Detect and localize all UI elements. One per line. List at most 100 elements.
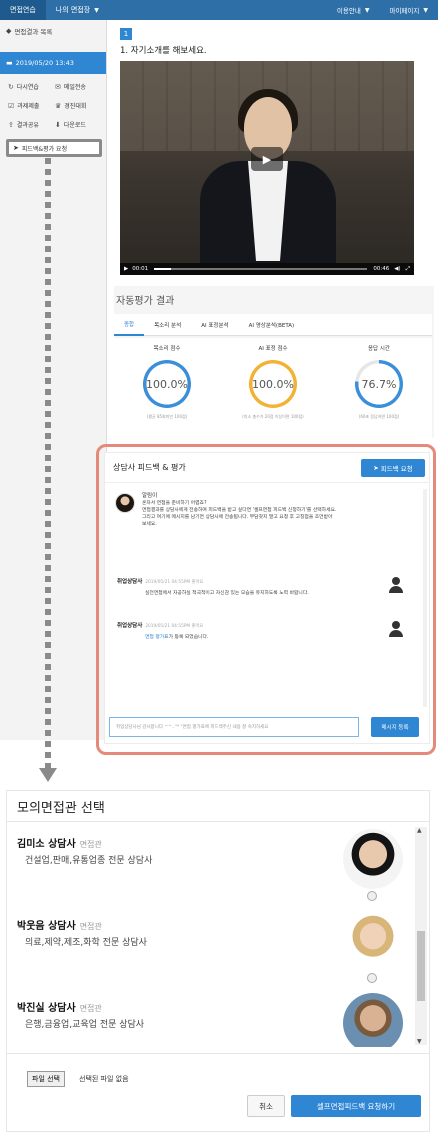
cancel-button[interactable]: 취소 [247,1095,285,1117]
submit-icon: ☑ [8,101,15,110]
gauge-note: (미소 총수가 20점 이상이면 100점) [242,414,304,419]
list-item[interactable]: 박웃음 상담사 면접관 의료,제약,제조,화학 전문 상담사 [7,907,415,989]
send-mail-button[interactable]: ✉ 메일전송 [55,78,102,95]
action-label: 경진대회 [64,103,87,110]
gauge-label: 목소리 점수 [153,346,181,352]
counselor-tag: 면접관 [79,840,102,849]
counselor-tag: 면접관 [79,1004,102,1013]
evaluation-sheet-link[interactable]: 면접 평가표 [145,635,169,640]
gauge-value: 76.7% [361,377,397,391]
download-button[interactable]: ⬇ 다운로드 [55,116,102,133]
session-date-item[interactable]: ▬ 2019/05/20 13:43 [0,52,106,74]
counselor-radio[interactable] [367,891,377,901]
gauge-note: (평균 85회미만 100점) [146,414,188,419]
volume-icon[interactable]: ◀) [394,266,400,272]
gauge-note: (60초 응답하면 100점) [358,414,400,419]
paper-plane-icon: ➤ [13,144,19,152]
list-item[interactable]: 김미소 상담사 면접관 건설업,판매,유통업종 전문 상담사 [7,825,415,907]
message-time: 2019/05/21 04:55PM 좋아요 [145,624,204,629]
session-date-label: 2019/05/20 13:43 [15,59,74,67]
download-icon: ⬇ [55,120,61,129]
sidebar: ◆ 면접결과 목록 ▬ 2019/05/20 13:43 ↻ 다시연습 ✉ 메일… [0,20,107,740]
counselor-specialty: 건설업,판매,유통업종 전문 상담사 [25,856,153,866]
notice-line: 면접결과를 상담사에게 전송하여 피드백을 받고 싶다면 '셀프면접 피드백 신… [142,508,337,513]
counselor-name: 박진실 상담사 [17,1003,76,1014]
dialog-title: 모의면접관 선택 [17,801,105,816]
share-icon: ⇪ [8,120,14,129]
counselor-message: 취업상담사 2019/05/21 04:55PM 좋아요 면접 평가표가 등록 되… [117,621,417,640]
play-button-icon[interactable]: ▶ [124,266,128,272]
file-status: 선택된 파일 없음 [79,1075,129,1083]
action-label: 다시연습 [16,84,39,91]
menu-guide[interactable]: 이용안내 ▼ [327,0,380,20]
list-scrollbar[interactable]: ▲ ▼ [415,827,427,1045]
feedback-request-button[interactable]: ➤ 피드백&평가 요청 [6,139,102,157]
counselor-radio[interactable] [367,973,377,983]
tab-ai-video[interactable]: AI 영상분석(BETA) [239,314,305,336]
feedback-scrollbar[interactable] [423,489,427,707]
message-sender: 취업상담사 [117,623,143,629]
session-actions: ↻ 다시연습 ✉ 메일전송 ☑ 과제제출 ♛ 경진대회 ⇪ 결과공유 ⬇ 다운로… [0,74,106,133]
scroll-thumb[interactable] [417,931,425,1001]
feedback-messages: 알림이 혼자서 면접을 준비하기 어렵죠? 면접결과를 상담사에게 전송하여 피… [111,489,423,707]
auto-eval-tabs: 종합 목소리 분석 AI 표정분석 AI 영상분석(BETA) [114,314,432,336]
notice-line: 그리고 여기에 메시지를 남기면 상담사에 전송됩니다. 부담갖지 말고 요청 … [142,515,333,520]
auto-eval-title: 자동평가 결과 [116,296,175,307]
seek-bar[interactable] [154,268,368,270]
tab-my-interview[interactable]: 나의 면접장 ▼ [46,0,109,20]
back-link-label: 면접결과 목록 [14,28,53,36]
chevron-down-icon: ▼ [423,6,428,14]
main-content: 1 1. 자기소개를 해보세요. ▶ ▶ 00:01 00:46 ◀) ⤢ 자동… [114,28,434,438]
share-result-button[interactable]: ⇪ 결과공유 [8,116,55,133]
send-message-button[interactable]: 메시지 등록 [371,717,419,737]
tab-ai-expression[interactable]: AI 표정분석 [191,314,238,336]
counselor-photo [343,911,403,971]
counselor-feedback-panel: 상담사 피드백 & 평가 ➤ 피드백 요청 알림이 혼자서 면접을 준비하기 어… [104,452,430,744]
notice-line: 보세요. [142,522,157,527]
submit-task-button[interactable]: ☑ 과제제출 [8,97,55,114]
tab-voice-analysis[interactable]: 목소리 분석 [144,314,191,336]
current-time: 00:01 [132,266,149,272]
file-select-button[interactable]: 파일 선택 [27,1071,65,1087]
action-label: 결과공유 [16,122,39,129]
message-body: 가 등록 되었습니다. [168,635,209,640]
submit-feedback-request-button[interactable]: 셀프면접피드백 요청하기 [291,1095,421,1117]
tab-label: 면접연습 [10,6,36,14]
message-time: 2019/05/21 04:55PM 좋아요 [145,580,204,585]
counselor-specialty: 의료,제약,제조,화학 전문 상담사 [25,938,147,948]
chevron-down-icon: ▼ [364,6,370,14]
calendar-icon: ▬ [6,59,13,67]
list-item[interactable]: 박진실 상담사 면접관 은행,금융업,교육업 전문 상담사 [7,989,415,1047]
tab-label: 나의 면접장 [55,6,91,14]
action-label: 다운로드 [63,122,86,129]
feedback-request-label: 피드백&평가 요청 [21,145,68,153]
scroll-down-icon[interactable]: ▼ [417,1038,422,1045]
menu-label: 마이페이지 [389,7,420,15]
fullscreen-icon[interactable]: ⤢ [406,266,410,273]
message-input[interactable]: 취업상담사님 감사합니다 ^^.."* "면접 평가표에 피드백주신 내용 잘 … [109,717,359,737]
gauge-ring: 100.0% [249,360,297,408]
person-icon [389,621,403,637]
duration: 00:46 [373,266,390,272]
contest-button[interactable]: ♛ 경진대회 [55,97,102,114]
menu-mypage[interactable]: 마이페이지 ▼ [379,0,438,20]
auto-eval-section: 자동평가 결과 종합 목소리 분석 AI 표정분석 AI 영상분석(BETA) … [114,286,434,438]
counselor-photo [343,829,403,889]
scroll-up-icon[interactable]: ▲ [417,827,422,834]
feedback-request-btn[interactable]: ➤ 피드백 요청 [361,459,425,477]
question-number-badge[interactable]: 1 [120,28,132,40]
gauge-value: 100.0% [146,377,188,391]
back-to-results-link[interactable]: ◆ 면접결과 목록 [0,20,106,42]
notice-line: 혼자서 면접을 준비하기 어렵죠? [142,501,207,506]
gauge-label: AI 표정 점수 [258,346,288,352]
counselor-photo [343,993,403,1047]
play-icon[interactable]: ▶ [251,147,283,171]
retry-button[interactable]: ↻ 다시연습 [8,78,55,95]
flow-arrow-icon [39,768,57,782]
gauge-ring: 76.7% [355,360,403,408]
refresh-icon: ↻ [8,82,14,91]
tab-summary[interactable]: 종합 [114,314,145,336]
tab-interview-practice[interactable]: 면접연습 [0,0,46,20]
video-player[interactable]: ▶ ▶ 00:01 00:46 ◀) ⤢ [120,61,414,275]
notice-sender: 알림이 [142,493,158,499]
